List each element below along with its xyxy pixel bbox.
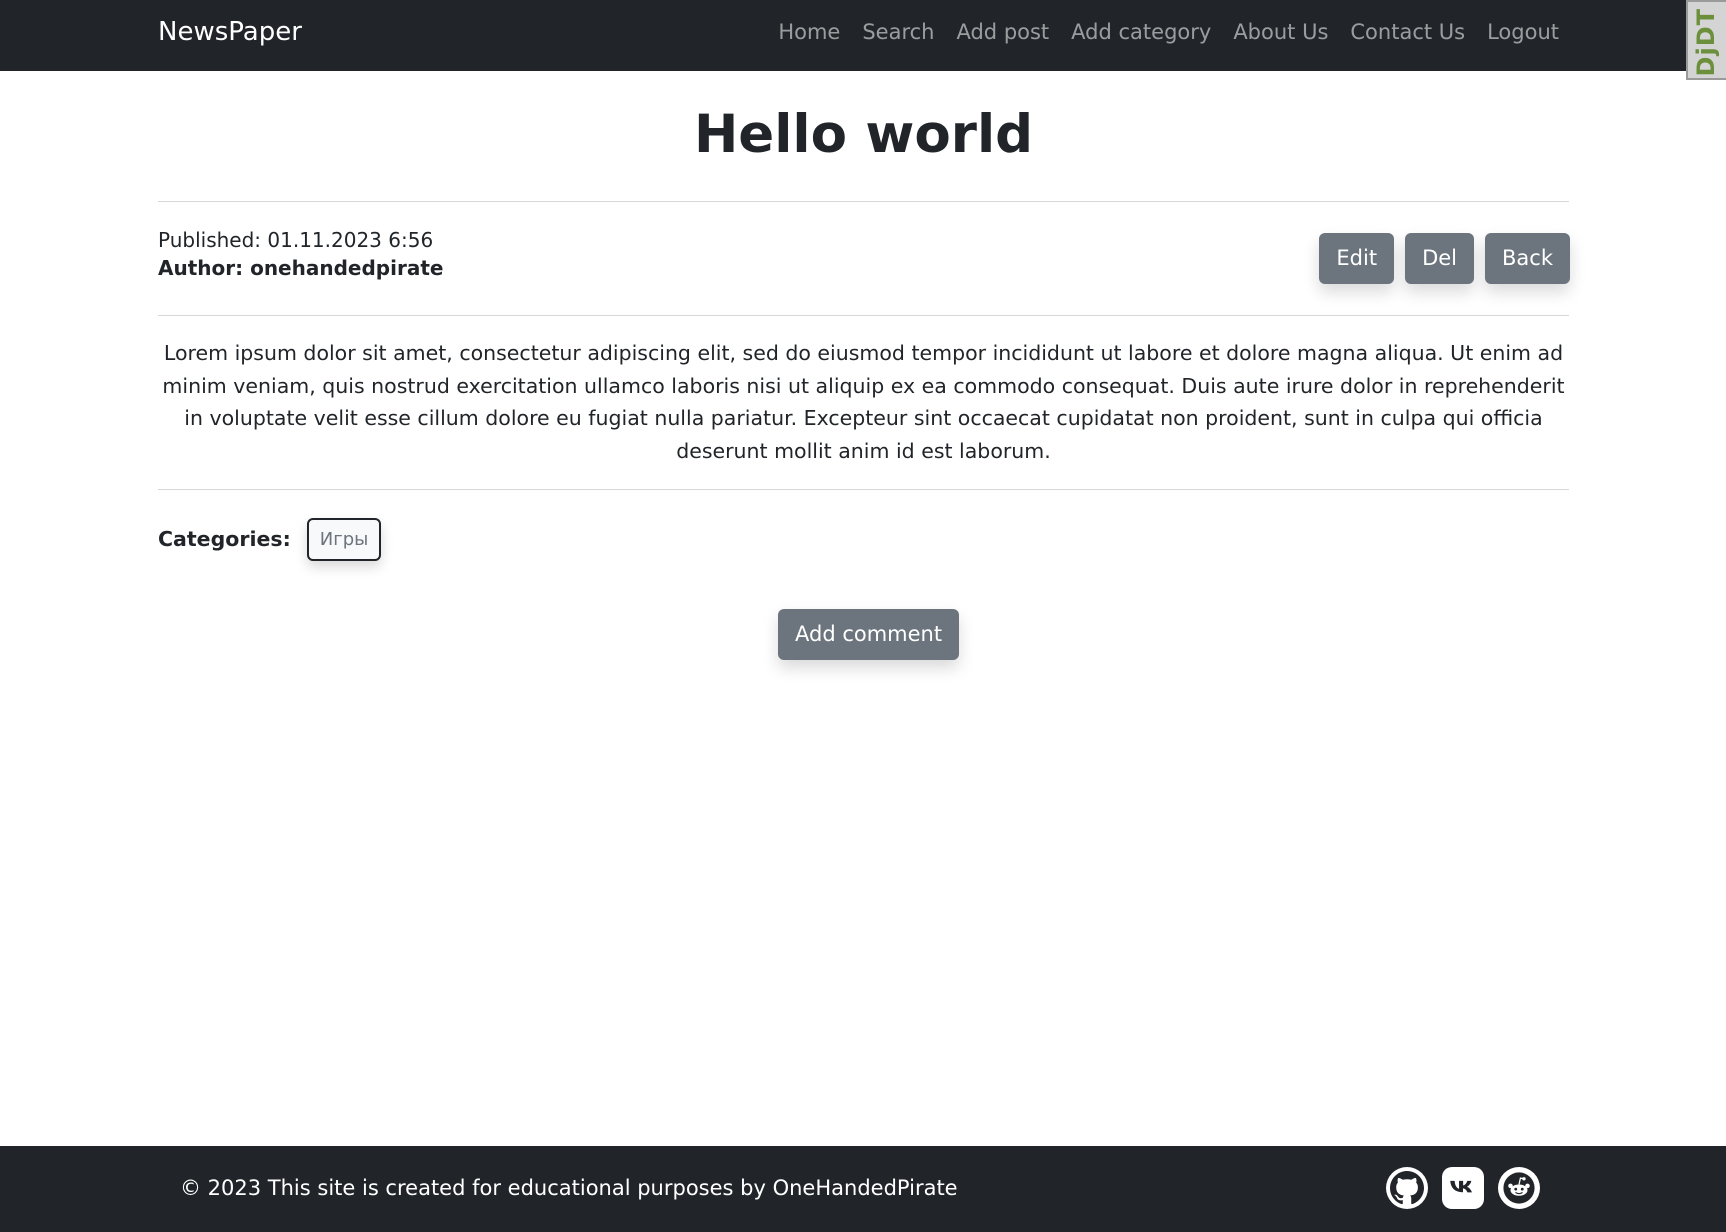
divider <box>158 489 1569 490</box>
back-button[interactable]: Back <box>1485 233 1570 284</box>
categories: Categories: Игры <box>158 517 1569 561</box>
github-icon[interactable] <box>1386 1167 1428 1209</box>
nav-link-add-category[interactable]: Add category <box>1071 18 1211 46</box>
nav-link-add-post[interactable]: Add post <box>956 18 1049 46</box>
add-comment-button[interactable]: Add comment <box>778 609 960 660</box>
post-title: Hello world <box>693 104 1034 165</box>
delete-button[interactable]: Del <box>1405 233 1475 284</box>
vk-icon[interactable] <box>1442 1167 1484 1209</box>
divider <box>158 315 1569 316</box>
footer: © 2023 This site is created for educatio… <box>0 1146 1726 1232</box>
post-actions: Edit Del Back <box>1319 233 1570 284</box>
nav-links: Home Search Add post Add category About … <box>778 18 1559 46</box>
nav-link-about-us[interactable]: About Us <box>1233 18 1328 46</box>
footer-copyright: © 2023 This site is created for educatio… <box>180 1176 958 1200</box>
edit-button[interactable]: Edit <box>1319 233 1395 284</box>
debug-toolbar-label: DjDT <box>1692 8 1720 77</box>
navbar: NewsPaper Home Search Add post Add categ… <box>0 0 1726 80</box>
debug-toolbar-handle[interactable]: DjDT <box>1686 0 1726 80</box>
social-links <box>1386 1167 1540 1209</box>
reddit-icon[interactable] <box>1498 1167 1540 1209</box>
nav-link-search[interactable]: Search <box>862 18 934 46</box>
category-badge[interactable]: Игры <box>306 517 382 561</box>
nav-link-contact-us[interactable]: Contact Us <box>1350 18 1465 46</box>
divider <box>158 201 1569 202</box>
post-body: Lorem ipsum dolor sit amet, consectetur … <box>162 341 1565 463</box>
categories-label: Categories: <box>158 527 291 551</box>
navbar-brand[interactable]: NewsPaper <box>158 15 302 49</box>
nav-link-logout[interactable]: Logout <box>1487 18 1559 46</box>
nav-link-home[interactable]: Home <box>778 18 840 46</box>
